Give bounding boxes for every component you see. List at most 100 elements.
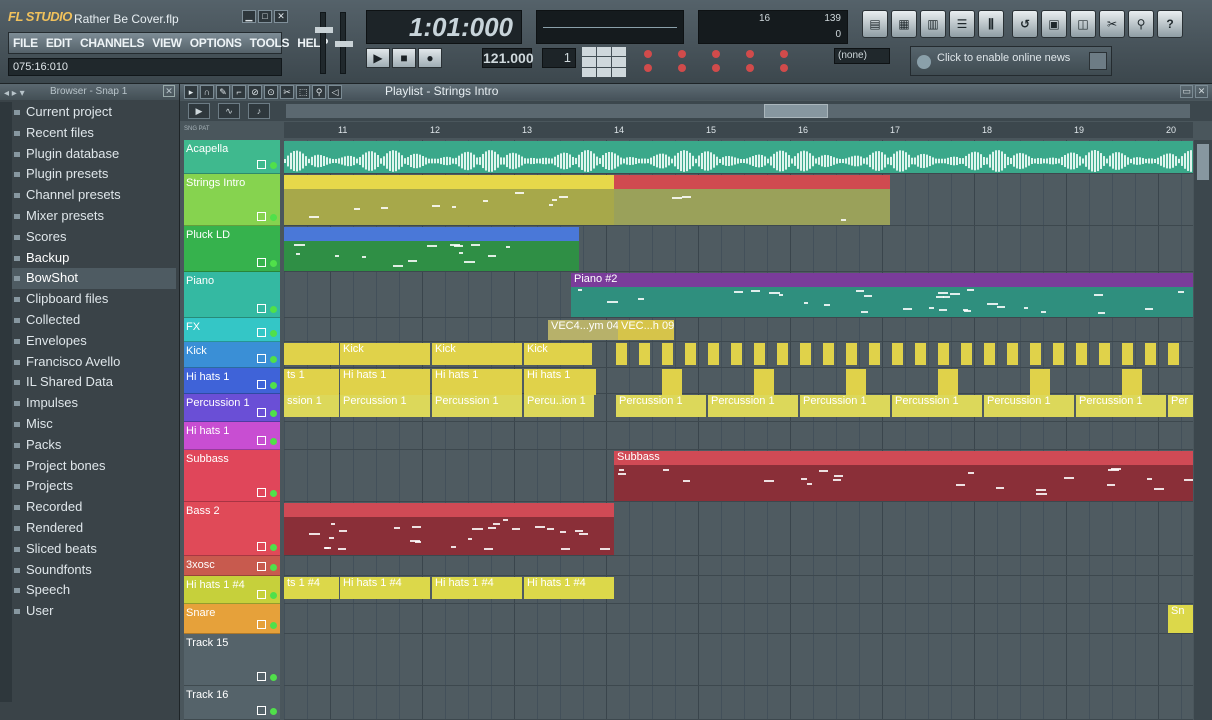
kick-clip-short[interactable] — [1099, 343, 1110, 365]
browser-collapse-strip[interactable] — [0, 102, 12, 702]
hihats-clip-short[interactable] — [938, 369, 958, 395]
kick-clip-short[interactable] — [1053, 343, 1064, 365]
song-position-display[interactable]: 1:01:000 — [366, 10, 522, 44]
browser-item[interactable]: Collected — [12, 310, 176, 331]
browser-item[interactable]: Backup — [12, 248, 176, 269]
track-mute-icon[interactable] — [257, 380, 266, 389]
track-lane[interactable] — [284, 318, 1193, 342]
hihats-clip-short[interactable] — [846, 369, 866, 395]
track-enable-led[interactable] — [270, 330, 277, 337]
track-header[interactable]: Hi hats 1 — [184, 422, 280, 450]
hihats-clip[interactable]: Hi hats 1 — [340, 369, 430, 395]
menu-edit[interactable]: EDIT — [46, 36, 72, 50]
track-header[interactable]: Acapella — [184, 140, 280, 174]
browser-item[interactable]: Impulses — [12, 393, 176, 414]
browser-item[interactable]: Rendered — [12, 518, 176, 539]
track-enable-led[interactable] — [270, 674, 277, 681]
track-enable-led[interactable] — [270, 564, 277, 571]
menu-arrow-icon[interactable]: ▸ — [184, 85, 198, 99]
kick-clip-short[interactable] — [984, 343, 995, 365]
snap-grid[interactable] — [582, 47, 626, 77]
menu-tools[interactable]: TOOLS — [250, 36, 290, 50]
kick-clip-short[interactable] — [1145, 343, 1156, 365]
track-mute-icon[interactable] — [257, 488, 266, 497]
magnet-icon[interactable]: ∩ — [200, 85, 214, 99]
hh4-clip[interactable]: Hi hats 1 #4 — [340, 577, 430, 599]
kick-clip-short[interactable] — [961, 343, 972, 365]
track-mute-icon[interactable] — [257, 562, 266, 571]
track-mute-icon[interactable] — [257, 408, 266, 417]
track-enable-led[interactable] — [270, 356, 277, 363]
kick-clip-short[interactable] — [639, 343, 650, 365]
browser-item[interactable]: Speech — [12, 580, 176, 601]
track-header[interactable]: Snare — [184, 604, 280, 634]
kick-clip-short[interactable] — [892, 343, 903, 365]
browser-item[interactable]: Plugin database — [12, 144, 176, 165]
kick-clip-short[interactable] — [1122, 343, 1133, 365]
browser-nav-icons[interactable]: ◂ ▸ ▾ — [4, 86, 44, 97]
track-mute-icon[interactable] — [257, 590, 266, 599]
select-icon[interactable]: ⬚ — [296, 85, 310, 99]
track-mute-icon[interactable] — [257, 258, 266, 267]
track-mute-icon[interactable] — [257, 160, 266, 169]
toggle-8[interactable] — [712, 62, 746, 72]
browser-item[interactable]: Projects — [12, 476, 176, 497]
toggle-5[interactable] — [780, 48, 814, 58]
track-lane[interactable] — [284, 422, 1193, 450]
percussion-clip[interactable]: Percussion 1 — [616, 395, 706, 417]
playlist-restore-icon[interactable]: ▭ — [1180, 85, 1193, 98]
stepseq-shortcut-icon[interactable]: ▦ — [891, 10, 917, 38]
strings-intro-clip[interactable] — [284, 175, 614, 225]
kick-clip-short[interactable] — [1076, 343, 1087, 365]
hh4-clip[interactable]: Hi hats 1 #4 — [524, 577, 614, 599]
track-enable-led[interactable] — [270, 306, 277, 313]
toggle-6[interactable] — [644, 62, 678, 72]
track-mute-icon[interactable] — [257, 672, 266, 681]
toggle-2[interactable] — [678, 48, 712, 58]
track-mute-icon[interactable] — [257, 706, 266, 715]
search-icon[interactable]: ⚲ — [1128, 10, 1154, 38]
track-header[interactable]: Subbass — [184, 450, 280, 502]
kick-clip-short[interactable] — [823, 343, 834, 365]
track-header[interactable]: 3xosc — [184, 556, 280, 576]
track-lane[interactable] — [284, 604, 1193, 634]
track-header[interactable]: Hi hats 1 — [184, 368, 280, 394]
bass2-clip[interactable] — [284, 503, 614, 555]
browser-item[interactable]: Project bones — [12, 456, 176, 477]
browser-close-icon[interactable]: ✕ — [163, 85, 175, 97]
toggle-9[interactable] — [746, 62, 780, 72]
render-icon[interactable]: ◫ — [1070, 10, 1096, 38]
hihats-clip-short[interactable] — [1030, 369, 1050, 395]
news-button[interactable] — [1089, 52, 1107, 70]
minimize-icon[interactable]: ▁ — [242, 10, 256, 23]
tempo-display[interactable]: 121.000 — [482, 48, 532, 68]
playlist-grid[interactable]: Piano #2 VEC4...ym 04 VEC...h 09 Kick Kick Ki… — [284, 140, 1193, 720]
kick-clip-short[interactable] — [1007, 343, 1018, 365]
browser-item[interactable]: Soundfonts — [12, 560, 176, 581]
browser-shortcut-icon[interactable]: ☰ — [949, 10, 975, 38]
percussion-clip[interactable]: Per — [1168, 395, 1193, 417]
percussion-clip[interactable]: Percussion 1 — [1076, 395, 1166, 417]
mute-icon[interactable]: ⊙ — [264, 85, 278, 99]
kick-clip[interactable]: Kick — [432, 343, 522, 365]
track-enable-led[interactable] — [270, 260, 277, 267]
hihats-clip[interactable]: Hi hats 1 — [524, 369, 596, 395]
acapella-clip[interactable] — [284, 141, 1193, 173]
timeline-ruler[interactable]: 11 12 13 14 15 16 17 18 19 20 — [284, 122, 1193, 138]
browser-item[interactable]: Current project — [12, 102, 176, 123]
browser-item[interactable]: Recorded — [12, 497, 176, 518]
browser-item[interactable]: Recent files — [12, 123, 176, 144]
track-enable-led[interactable] — [270, 544, 277, 551]
percussion-clip[interactable]: Percussion 1 — [432, 395, 522, 417]
menu-options[interactable]: OPTIONS — [190, 36, 242, 50]
output-selector[interactable]: (none) — [834, 48, 890, 64]
kick-clip[interactable]: Kick — [340, 343, 430, 365]
undo-icon[interactable]: ↺ — [1012, 10, 1038, 38]
pencil-icon[interactable]: ✎ — [216, 85, 230, 99]
hihats-clip[interactable]: ts 1 — [284, 369, 339, 395]
play-icon[interactable]: ▶ — [366, 48, 390, 68]
view-mode-icon-2[interactable]: ∿ — [218, 103, 240, 119]
track-mute-icon[interactable] — [257, 212, 266, 221]
browser-item[interactable]: Clipboard files — [12, 289, 176, 310]
track-enable-led[interactable] — [270, 708, 277, 715]
